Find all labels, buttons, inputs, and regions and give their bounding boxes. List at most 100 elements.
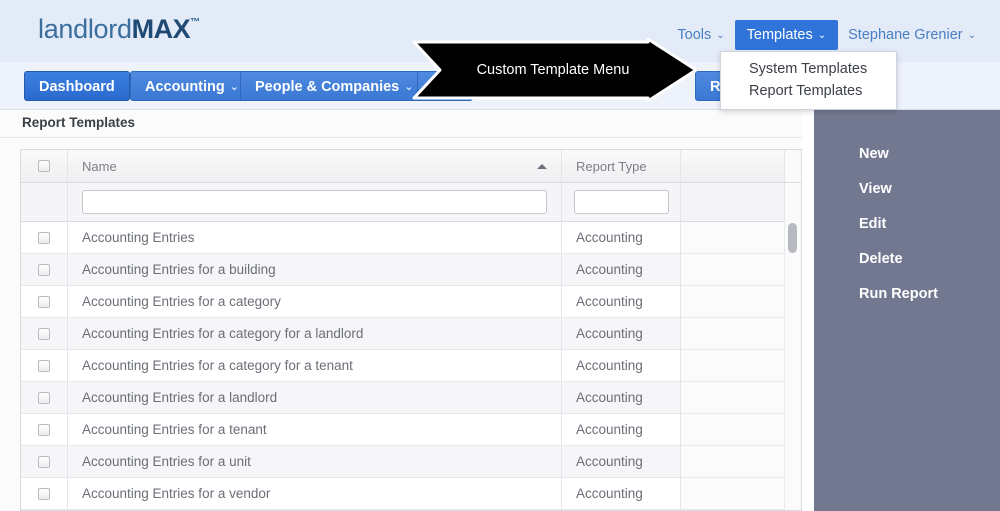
sidebar-action-view[interactable]: View bbox=[859, 181, 892, 197]
header-link-user-label: Stephane Grenier bbox=[848, 27, 963, 43]
table-row[interactable]: Accounting Entries Accounting bbox=[21, 222, 801, 254]
row-cell-report-type: Accounting bbox=[562, 382, 681, 413]
row-checkbox[interactable] bbox=[38, 423, 50, 436]
row-checkbox-cell bbox=[21, 446, 68, 477]
table-row[interactable]: Accounting Entries for a category Account… bbox=[21, 286, 801, 318]
page-title-bar: Report Templates bbox=[0, 110, 814, 138]
table-row[interactable]: Accounting Entries for a unit Accounting bbox=[21, 446, 801, 478]
row-checkbox[interactable] bbox=[38, 391, 50, 404]
table-filter-row bbox=[21, 183, 801, 222]
table-header-filler bbox=[681, 150, 784, 182]
table-header-report-type-label: Report Type bbox=[576, 158, 647, 174]
table-row[interactable]: Accounting Entries for a building Account… bbox=[21, 254, 801, 286]
row-cell-name: Accounting Entries bbox=[68, 222, 562, 253]
row-checkbox-cell bbox=[21, 286, 68, 317]
scrollbar-thumb[interactable] bbox=[788, 223, 797, 253]
row-checkbox-cell bbox=[21, 350, 68, 381]
sidebar-action-delete[interactable]: Delete bbox=[859, 251, 903, 267]
row-cell-name: Accounting Entries for a building bbox=[68, 254, 562, 285]
row-cell-name: Accounting Entries for a unit bbox=[68, 446, 562, 477]
sidebar-gutter bbox=[802, 110, 814, 511]
row-cell-report-type: Accounting bbox=[562, 222, 681, 253]
table-row[interactable]: Accounting Entries for a landlord Account… bbox=[21, 382, 801, 414]
row-checkbox[interactable] bbox=[38, 359, 50, 372]
row-checkbox[interactable] bbox=[38, 455, 50, 468]
row-checkbox[interactable] bbox=[38, 327, 50, 340]
row-cell-report-type: Accounting bbox=[562, 446, 681, 477]
logo-trademark: ™ bbox=[190, 17, 200, 28]
row-cell-name: Accounting Entries for a category for a … bbox=[68, 318, 562, 349]
table-body: Accounting Entries Accounting Accounting E… bbox=[21, 222, 801, 510]
row-checkbox[interactable] bbox=[38, 263, 50, 276]
row-checkbox-cell bbox=[21, 382, 68, 413]
chevron-down-icon: ⌄ bbox=[817, 30, 827, 41]
page-title: Report Templates bbox=[22, 115, 136, 130]
sidebar-action-run-report[interactable]: Run Report bbox=[859, 286, 938, 302]
row-cell-filler bbox=[681, 446, 784, 477]
table-header-row: Name Report Type bbox=[21, 150, 801, 183]
row-cell-filler bbox=[681, 222, 784, 253]
filter-row-filler bbox=[681, 183, 784, 221]
row-cell-name: Accounting Entries for a vendor bbox=[68, 478, 562, 509]
row-cell-filler bbox=[681, 478, 784, 509]
menu-item-report-templates[interactable]: Report Templates bbox=[721, 80, 896, 102]
filter-row-name-cell bbox=[68, 183, 562, 221]
table-row[interactable]: Accounting Entries for a category for a … bbox=[21, 350, 801, 382]
row-cell-report-type: Accounting bbox=[562, 350, 681, 381]
report-type-filter-input[interactable] bbox=[574, 190, 669, 214]
chevron-down-icon: ⌄ bbox=[716, 30, 725, 41]
table-vertical-scrollbar[interactable] bbox=[784, 221, 800, 510]
filter-row-check-cell bbox=[21, 183, 68, 221]
row-cell-report-type: Accounting bbox=[562, 286, 681, 317]
nav-button-people-label: People & Companies bbox=[255, 79, 400, 95]
row-cell-filler bbox=[681, 414, 784, 445]
chevron-down-icon: ⌄ bbox=[967, 30, 976, 41]
sidebar-action-new[interactable]: New bbox=[859, 146, 889, 162]
name-filter-input[interactable] bbox=[82, 190, 547, 214]
row-cell-filler bbox=[681, 350, 784, 381]
row-checkbox-cell bbox=[21, 254, 68, 285]
nav-button-dashboard-label: Dashboard bbox=[39, 79, 115, 95]
application-window: landlordMAX™ Tools ⌄ Templates ⌄ Stephane … bbox=[0, 0, 1000, 511]
header-link-user-menu[interactable]: Stephane Grenier ⌄ bbox=[838, 21, 986, 49]
table-header-select-all-cell bbox=[21, 150, 68, 182]
row-cell-name: Accounting Entries for a category bbox=[68, 286, 562, 317]
nav-button-accounting-label: Accounting bbox=[145, 79, 225, 95]
row-cell-filler bbox=[681, 382, 784, 413]
filter-row-scroll-gutter bbox=[784, 183, 801, 221]
nav-button-people-and-companies[interactable]: People & Companies ⌄ bbox=[240, 71, 429, 101]
row-cell-name: Accounting Entries for a landlord bbox=[68, 382, 562, 413]
row-cell-name: Accounting Entries for a tenant bbox=[68, 414, 562, 445]
sidebar-action-delete-label: Delete bbox=[859, 251, 903, 267]
menu-item-system-templates[interactable]: System Templates bbox=[721, 58, 896, 80]
header-link-templates[interactable]: Templates ⌄ bbox=[734, 20, 839, 50]
select-all-checkbox[interactable] bbox=[38, 160, 50, 172]
table-header-name-label: Name bbox=[82, 158, 117, 174]
table-header-name-cell[interactable]: Name bbox=[68, 150, 562, 182]
action-sidebar: New View Edit Delete Run Report bbox=[814, 110, 1000, 511]
annotation-arrow-label: Custom Template Menu bbox=[476, 62, 630, 78]
row-cell-report-type: Accounting bbox=[562, 318, 681, 349]
row-checkbox[interactable] bbox=[38, 487, 50, 500]
table-row[interactable]: Accounting Entries for a vendor Accountin… bbox=[21, 478, 801, 510]
table-row[interactable]: Accounting Entries for a tenant Accountin… bbox=[21, 414, 801, 446]
table-header-report-type-cell[interactable]: Report Type bbox=[562, 150, 681, 182]
row-cell-filler bbox=[681, 254, 784, 285]
row-checkbox-cell bbox=[21, 318, 68, 349]
table-header-scroll-gutter bbox=[784, 150, 801, 182]
annotation-arrow: Custom Template Menu bbox=[410, 38, 700, 102]
sidebar-action-edit[interactable]: Edit bbox=[859, 216, 886, 232]
row-cell-report-type: Accounting bbox=[562, 478, 681, 509]
nav-button-dashboard[interactable]: Dashboard bbox=[24, 71, 130, 101]
row-cell-report-type: Accounting bbox=[562, 254, 681, 285]
report-templates-table: Name Report Type Accounting Entries Acco… bbox=[20, 149, 802, 511]
row-cell-name: Accounting Entries for a category for a … bbox=[68, 350, 562, 381]
row-checkbox[interactable] bbox=[38, 231, 50, 244]
table-row[interactable]: Accounting Entries for a category for a … bbox=[21, 318, 801, 350]
sort-ascending-icon bbox=[537, 163, 547, 169]
logo-text-bold: MAX bbox=[131, 14, 191, 44]
sidebar-action-view-label: View bbox=[859, 181, 892, 197]
nav-button-accounting[interactable]: Accounting ⌄ bbox=[130, 71, 254, 101]
row-checkbox[interactable] bbox=[38, 295, 50, 308]
header-links: Tools ⌄ Templates ⌄ Stephane Grenier ⌄ bbox=[667, 20, 986, 50]
